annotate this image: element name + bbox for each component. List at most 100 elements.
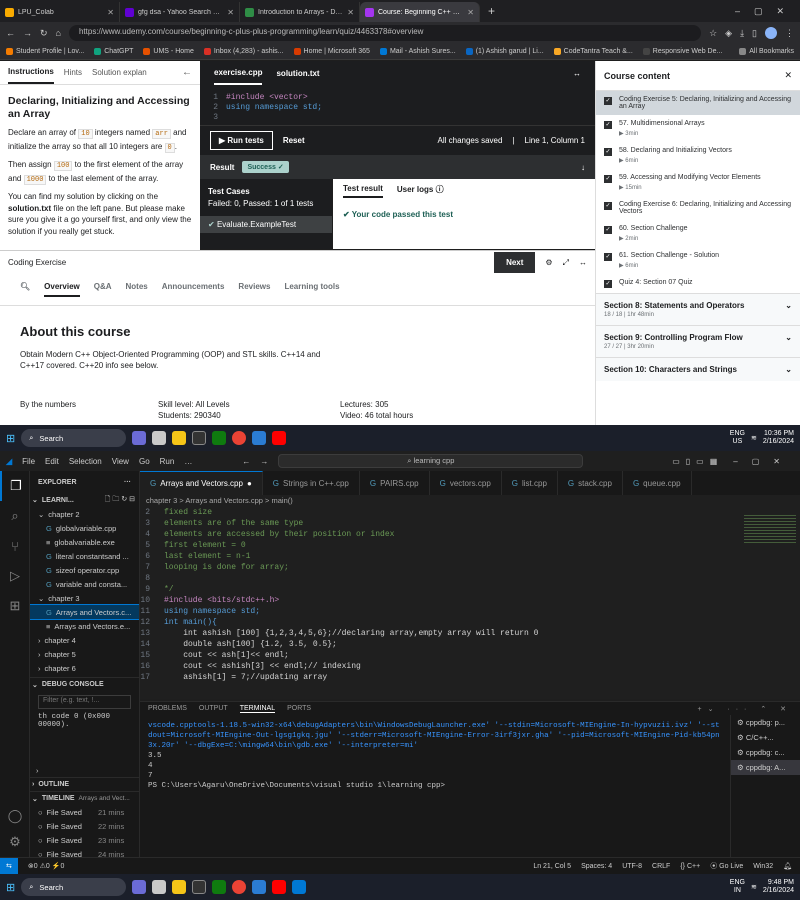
source-control-icon[interactable]: ⑂ — [0, 531, 30, 561]
lecture-item[interactable]: ✓ 59. Accessing and Modifying Vector Elem… — [596, 169, 800, 196]
tab-instructions[interactable]: Instructions — [8, 61, 54, 84]
terminal-instance[interactable]: ⚙ cppdbg: p... — [731, 715, 800, 730]
taskbar-search[interactable]: ⌕ Search — [21, 429, 127, 447]
bookmark[interactable]: CodeTantra Teach &... — [553, 48, 633, 55]
tab-solution-explanation[interactable]: Solution explan — [92, 68, 147, 77]
tab-learning-tools[interactable]: Learning tools — [284, 282, 339, 297]
tree-item[interactable]: › chapter 6 — [30, 661, 139, 675]
indentation[interactable]: Spaces: 4 — [581, 863, 612, 870]
tab-announcements[interactable]: Announcements — [162, 282, 225, 297]
menu-icon[interactable]: ⋮ — [785, 28, 794, 39]
close-icon[interactable]: ✕ — [107, 8, 114, 17]
tab-problems[interactable]: PROBLEMS — [148, 705, 187, 712]
bookmark[interactable]: UMS - Home — [143, 48, 194, 55]
lecture-item[interactable]: ✓ Quiz 4: Section 07 Quiz — [596, 274, 800, 293]
section-header[interactable]: Section 8: Statements and Operators ⌄ 18 /… — [596, 293, 800, 325]
reset-button[interactable]: Reset — [283, 136, 305, 145]
explorer-icon[interactable]: ❐ — [0, 471, 30, 501]
folder-icon[interactable] — [172, 431, 187, 445]
app-icon[interactable] — [212, 880, 227, 894]
code-editor[interactable]: 2 fixed size 3 elements are of the same typ… — [140, 507, 740, 699]
profile-icon[interactable] — [765, 27, 777, 39]
extensions-icon[interactable]: ◈ — [725, 28, 732, 39]
download-icon[interactable]: ⤓ — [740, 28, 744, 39]
tab-reviews[interactable]: Reviews — [238, 282, 270, 297]
windows-start-icon[interactable]: ⊞ — [6, 881, 15, 894]
wifi-icon[interactable]: ≋ — [751, 883, 757, 891]
back-icon[interactable]: ← — [242, 457, 250, 466]
debug-console-header[interactable]: ⌄ DEBUG CONSOLE — [30, 677, 139, 691]
layout-controls[interactable]: ▭▯▭▦ — [672, 457, 723, 466]
bookmark[interactable]: ChatGPT — [94, 48, 133, 55]
reload-icon[interactable]: ↻ — [40, 28, 48, 39]
youtube-icon[interactable] — [272, 431, 287, 445]
tab-output[interactable]: OUTPUT — [199, 705, 228, 712]
cursor-position[interactable]: Ln 21, Col 5 — [533, 863, 571, 870]
gear-icon[interactable]: ⚙ — [0, 827, 30, 857]
panel-controls[interactable]: +⌄ ··· ⌃ ✕ — [697, 705, 800, 713]
app-icon[interactable] — [212, 431, 227, 445]
tree-item[interactable]: › chapter 4 — [30, 633, 139, 647]
command-center-search[interactable]: ⌕ learning cpp — [278, 454, 584, 468]
terminal-icon[interactable] — [192, 880, 207, 894]
close-icon[interactable]: ✕ — [467, 8, 474, 17]
timeline-item[interactable]: ○ File Saved 22 mins — [30, 819, 139, 833]
editor-tab[interactable]: Gqueue.cpp — [623, 471, 692, 495]
tab-user-logs[interactable]: User logs ⓘ — [397, 184, 444, 198]
editor-tab[interactable]: Gstack.cpp — [558, 471, 623, 495]
section-header[interactable]: Section 9: Controlling Program Flow ⌄ 27 /… — [596, 325, 800, 357]
test-case-item[interactable]: ✔ Evaluate.ExampleTest — [200, 216, 332, 233]
app-icon[interactable] — [132, 880, 147, 894]
remote-indicator[interactable]: ⇆ — [0, 857, 18, 875]
bell-icon[interactable]: 🔔︎ — [783, 862, 792, 870]
editor-tab[interactable]: G PAIRS.cpp — [360, 471, 430, 495]
run-tests-button[interactable]: ▶ Run tests — [210, 131, 273, 150]
tab-exercise-cpp[interactable]: exercise.cpp — [214, 62, 263, 85]
windows-start-icon[interactable]: ⊞ — [6, 432, 15, 445]
clock[interactable]: 9:48 PM 2/16/2024 — [763, 879, 794, 895]
menu-run[interactable]: Run — [160, 457, 175, 466]
taskbar-search[interactable]: ⌕ Search — [21, 878, 127, 896]
bookmark[interactable]: (1) Ashish garud | Li... — [465, 48, 544, 55]
bookmark[interactable]: Mail - Ashish Sures... — [379, 48, 456, 55]
breadcrumb[interactable]: chapter 3 > Arrays and Vectors.cpp > mai… — [140, 495, 800, 507]
tab-notes[interactable]: Notes — [126, 282, 148, 297]
timeline-item[interactable]: ○ File Saved 24 mins — [30, 847, 139, 858]
timeline-item[interactable]: ○ File Saved 21 mins — [30, 805, 139, 819]
browser-tab[interactable]: gfg dsa - Yahoo Search Results ✕ — [120, 2, 240, 22]
window-controls[interactable]: –▢✕ — [733, 457, 794, 466]
bookmark[interactable]: Responsive Web De... — [642, 48, 722, 55]
collapse-icon[interactable]: ← — [182, 67, 192, 78]
tree-item[interactable]: ≡ Arrays and Vectors.e... — [30, 619, 139, 633]
editor-tab[interactable]: Glist.cpp — [502, 471, 558, 495]
expand-icon[interactable]: ↔ — [579, 258, 587, 267]
menu-go[interactable]: Go — [139, 457, 150, 466]
minimap[interactable] — [740, 507, 800, 699]
line-ending[interactable]: CRLF — [652, 863, 670, 870]
browser-tab[interactable]: Introduction to Arrays - Data St ✕ — [240, 2, 360, 22]
menu-edit[interactable]: Edit — [45, 457, 59, 466]
clock[interactable]: 10:36 PM 2/16/2024 — [763, 430, 794, 446]
menu-file[interactable]: File — [22, 457, 35, 466]
timeline-item[interactable]: ○ File Saved 23 mins — [30, 833, 139, 847]
tree-item[interactable]: Gvariable and consta... — [30, 577, 139, 591]
lecture-item[interactable]: ✓ 61. Section Challenge - Solution ▶ 6min — [596, 247, 800, 274]
collapse-arrow[interactable]: › — [30, 763, 139, 777]
next-button[interactable]: Next — [494, 252, 536, 273]
home-icon[interactable]: ⌂ — [56, 28, 61, 38]
terminal-icon[interactable] — [192, 431, 207, 445]
problems-indicator[interactable]: ⊗0 ⚠0 ⚡0 — [28, 862, 65, 870]
tab-hints[interactable]: Hints — [64, 68, 82, 77]
vscode-icon[interactable] — [292, 880, 307, 894]
unsaved-dot-icon[interactable]: ● — [247, 479, 252, 488]
new-tab-button[interactable]: + — [488, 4, 495, 18]
search-icon[interactable]: ⌕ — [0, 501, 30, 531]
tab-test-result[interactable]: Test result — [343, 184, 383, 198]
browser-tab[interactable]: LPU_Colab ✕ — [0, 2, 120, 22]
menu-more[interactable]: … — [184, 457, 192, 466]
encoding[interactable]: UTF-8 — [622, 863, 642, 870]
sidebar-icon[interactable]: ▯ — [752, 28, 757, 39]
tree-item[interactable]: ⌄ chapter 3 — [30, 591, 139, 605]
language-indicator[interactable]: ENG US — [730, 430, 745, 446]
folder-icon[interactable] — [172, 880, 187, 894]
